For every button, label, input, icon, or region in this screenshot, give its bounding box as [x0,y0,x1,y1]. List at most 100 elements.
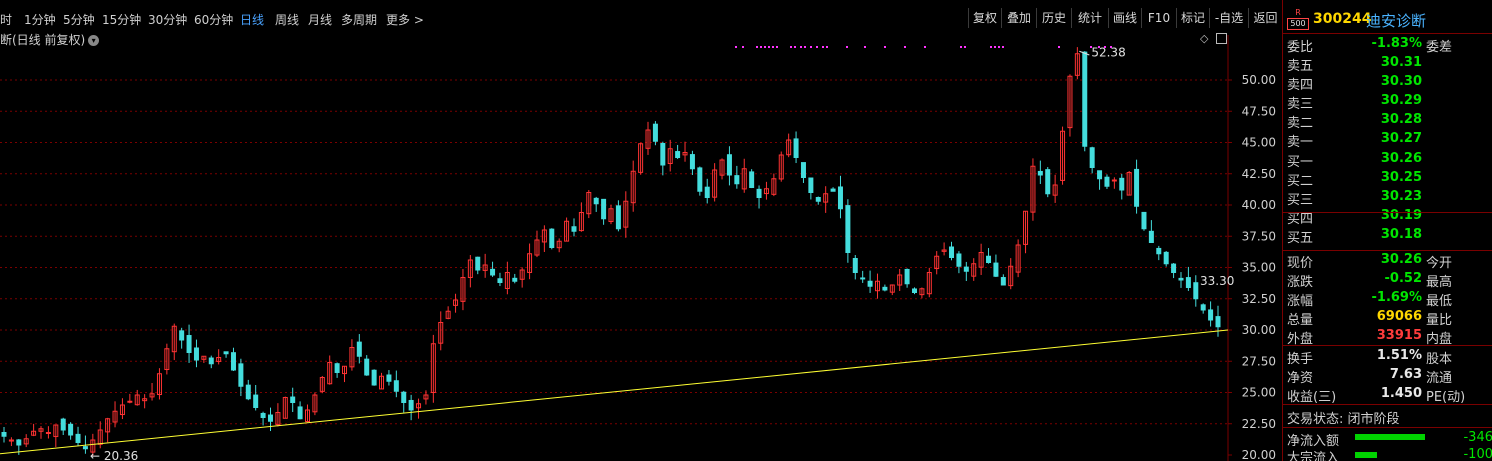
tab-daily[interactable]: 日线 [240,11,264,28]
quote-value: 30.30 [1380,74,1422,89]
remove-watchlist-button[interactable]: -自选 [1209,8,1248,28]
quote-label: 卖三 [1287,97,1314,112]
history-button[interactable]: 历史 [1036,8,1071,28]
candle-body [393,380,399,392]
maximize-icon[interactable] [1216,33,1227,44]
quote-panel: R 500 300244 迪安诊断 委比 -1.83% 委差 卖五 30.31 卖四 30.… [1282,0,1492,461]
signal-dot [764,46,766,48]
candle-body [845,205,851,254]
signal-dot [756,46,758,48]
divider [1283,427,1492,428]
y-tick-label: 32.50 [1242,292,1276,306]
quote-label: 买五 [1287,231,1314,246]
quote-label: 现价 [1287,256,1314,271]
candle-body [837,186,843,210]
tab-60min[interactable]: 60分钟 [194,11,233,28]
signal-dots [735,46,1112,48]
candle-body [986,255,992,264]
quote-value: 1.51% [1376,348,1422,363]
candle-body [1104,176,1110,187]
y-tick-label: 37.50 [1242,229,1276,243]
chevron-down-icon[interactable]: ▾ [88,35,100,46]
quote-row: 涨幅 -1.69% 最低 [1283,290,1492,309]
candle-body [193,347,199,361]
r-badge: R 500 [1287,8,1309,30]
chart-title: 断(日线 前复权) ▾ [0,31,100,48]
y-tick-label: 27.50 [1242,354,1276,368]
divider [1283,212,1492,213]
stock-name[interactable]: 迪安诊断 [1366,10,1426,31]
block-inflow-label: 大宗流入 [1287,451,1340,461]
tab-monthly[interactable]: 月线 [308,11,332,28]
tab-5min[interactable]: 5分钟 [63,11,95,28]
stats-button[interactable]: 统计 [1071,8,1108,28]
quote-label-secondary: 今开 [1426,256,1453,271]
candle-body [593,197,599,205]
quote-label: 委比 [1287,40,1314,55]
quote-row: 买三 30.23 [1283,189,1492,208]
candle-body [1185,277,1191,289]
high-label: 52.38 [1091,45,1125,59]
quote-row: 净资 7.63 流通 [1283,367,1492,386]
quote-value: 7.63 [1389,367,1422,382]
quote-value: 30.18 [1380,227,1422,242]
signal-dot [816,46,818,48]
candle-body [867,280,873,287]
quote-value: 30.25 [1380,170,1422,185]
signal-dot [960,46,962,48]
candle-body [793,138,799,159]
overlay-button[interactable]: 叠加 [1001,8,1036,28]
signal-dot [998,46,1000,48]
quote-row: 涨跌 -0.52 最高 [1283,271,1492,290]
quote-row: 收益(三) 1.450 PE(动) [1283,386,1492,405]
y-tick-label: 35.00 [1242,261,1276,275]
quote-label: 买一 [1287,155,1314,170]
support-trendline[interactable] [0,329,1229,455]
candle-body [179,330,185,341]
tab-30min[interactable]: 30分钟 [148,11,187,28]
kline-chart[interactable]: 20.00 22.50 25.00 27.50 30.00 32.50 35.00 37.50… [0,0,1282,461]
tab-1min[interactable]: 1分钟 [24,11,56,28]
tab-more[interactable]: 更多 > [386,11,424,28]
quote-row: 卖一 30.27 [1283,131,1492,150]
candle-body [127,400,133,403]
candle-body [75,433,81,444]
quote-label: 涨幅 [1287,294,1314,309]
tab-multi-period[interactable]: 多周期 [341,11,377,28]
candle-body [68,423,74,436]
quote-value: -0.52 [1384,271,1422,286]
quote-label: 买四 [1287,212,1314,227]
candle-body [230,352,236,371]
quote-label-secondary: 最低 [1426,294,1453,309]
quote-label: 买二 [1287,174,1314,189]
candle-body [1178,277,1184,281]
quote-row: 卖三 30.29 [1283,93,1492,112]
tab-time[interactable]: 时 [0,11,12,28]
candle-body [882,286,888,291]
candle-body [1119,177,1125,191]
y-tick-label: 22.50 [1242,417,1276,431]
candle-body [1,432,7,437]
back-button[interactable]: 返回 [1248,8,1282,28]
adjust-button[interactable]: 复权 [968,8,1001,28]
candle-body [808,177,814,194]
candle-body [571,226,577,232]
f10-button[interactable]: F10 [1141,8,1176,28]
badge-bottom: 500 [1287,18,1309,30]
mark-button[interactable]: 标记 [1176,8,1209,28]
candle-body [749,171,755,189]
quote-label: 买三 [1287,193,1314,208]
tab-weekly[interactable]: 周线 [275,11,299,28]
diamond-icon[interactable]: ◇ [1200,32,1208,45]
signal-dot [846,46,848,48]
signal-dot [768,46,770,48]
quote-value: 1.450 [1380,386,1422,401]
candle-body [704,186,710,198]
divider [1283,250,1492,251]
quote-row: 卖二 30.28 [1283,112,1492,131]
candle-body [267,414,273,422]
y-tick-label: 50.00 [1242,73,1276,87]
tab-15min[interactable]: 15分钟 [102,11,141,28]
draw-line-button[interactable]: 画线 [1108,8,1141,28]
candle-body [1037,170,1043,176]
